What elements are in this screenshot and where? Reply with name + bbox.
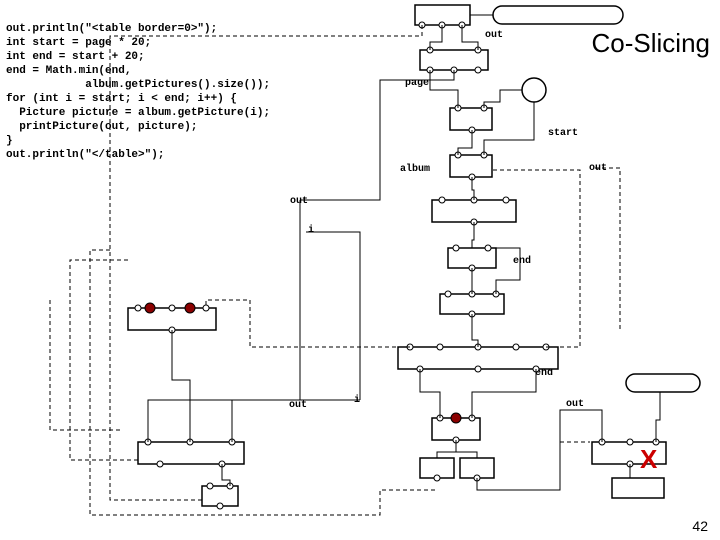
svg-text:X: X [640,444,658,474]
graph-svg: X [0,0,720,540]
